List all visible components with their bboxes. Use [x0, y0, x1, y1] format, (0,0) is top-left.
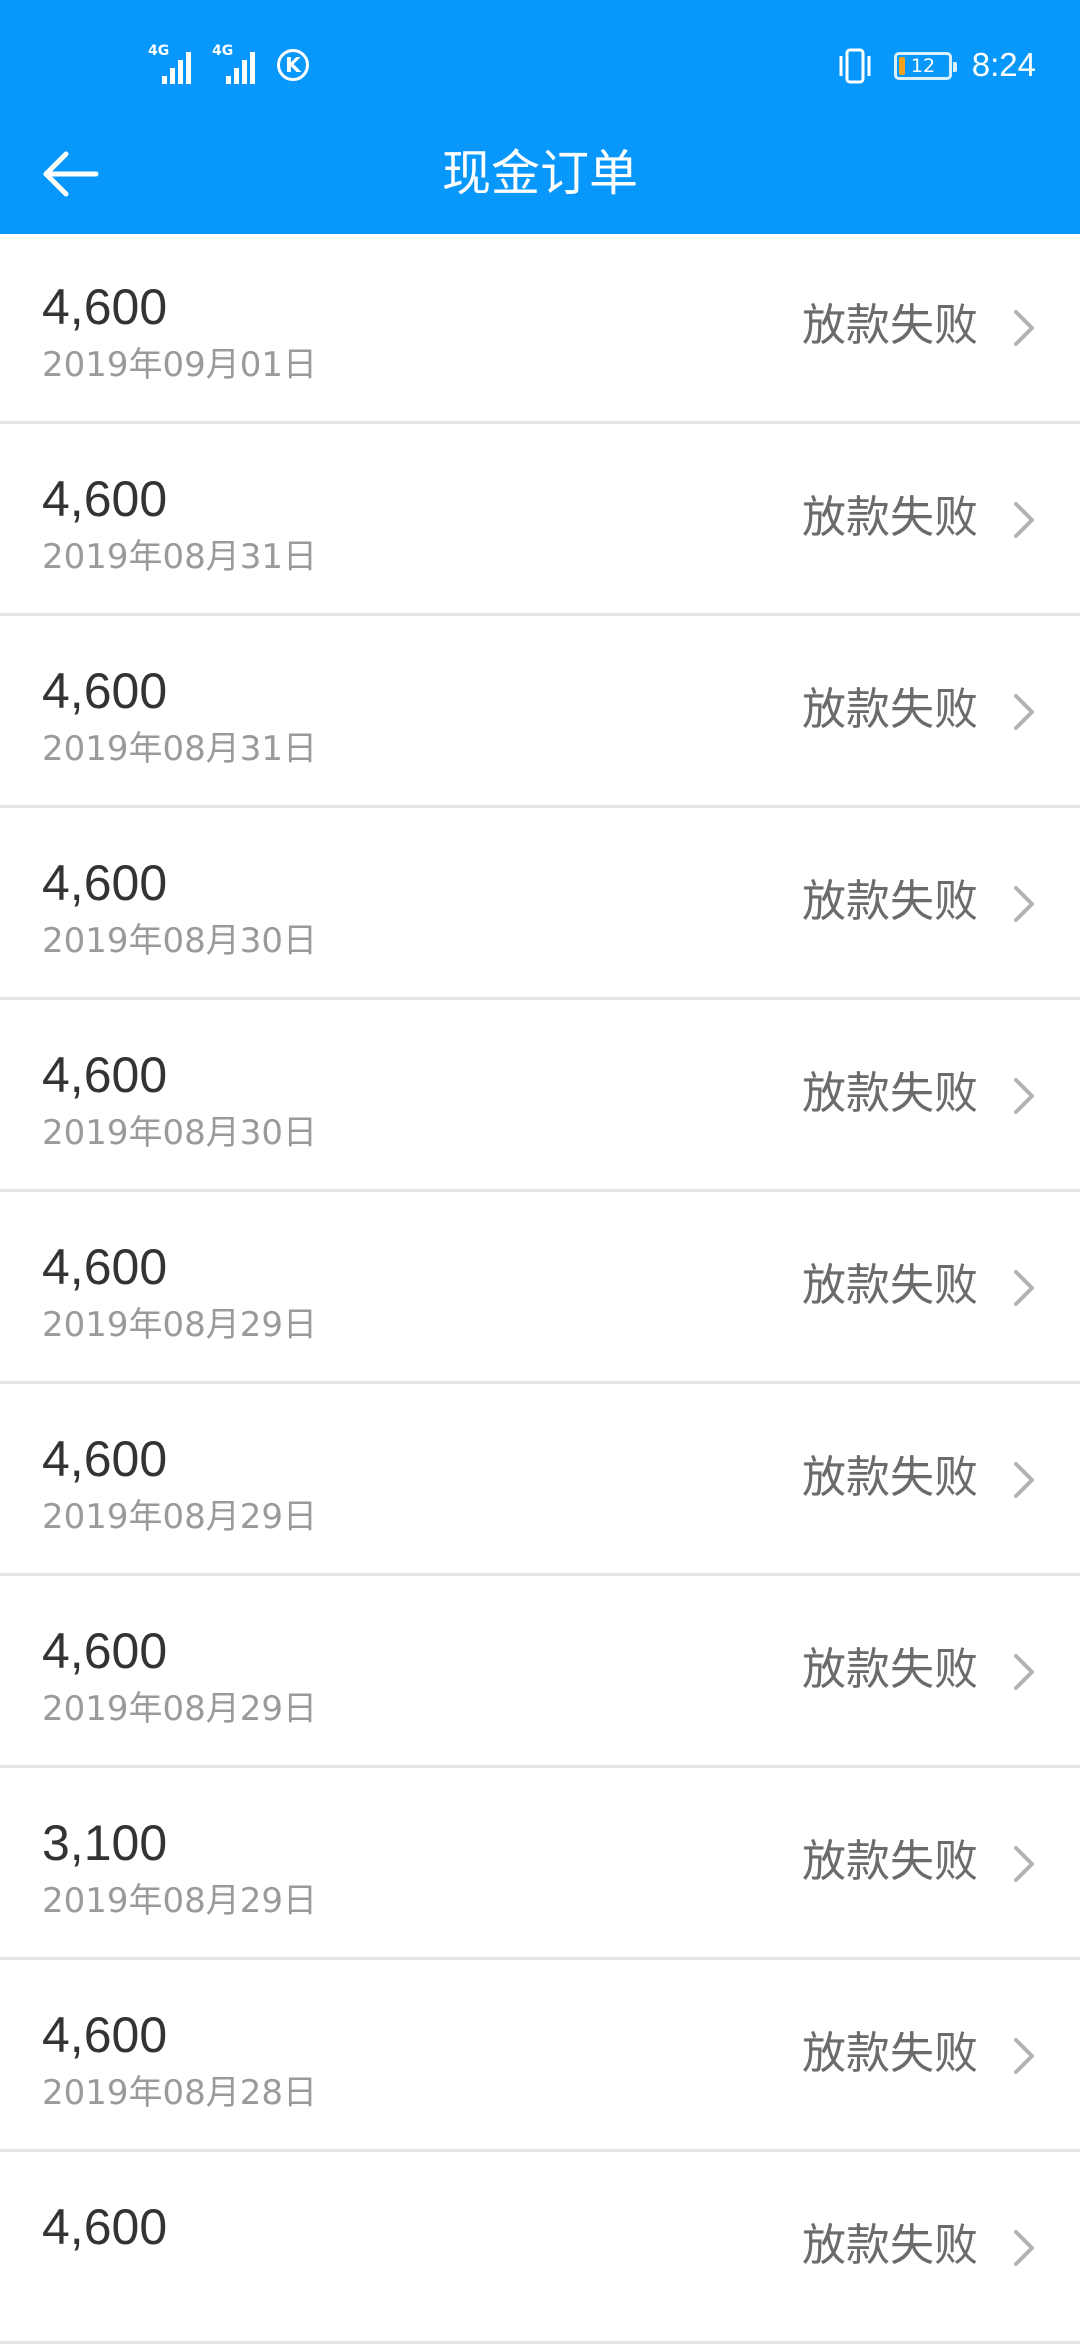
order-amount: 4,600: [42, 855, 168, 911]
app-header: 4G 4G K 12 8:24 现金订单: [0, 0, 1080, 234]
status-bar: 4G 4G K 12 8:24: [0, 0, 1080, 132]
order-status: 放款失败: [802, 876, 978, 927]
order-row[interactable]: 4,600 2019年08月31日 放款失败: [0, 424, 1080, 616]
order-row[interactable]: 4,600 放款失败: [0, 2152, 1080, 2344]
order-amount: 4,600: [42, 2007, 168, 2063]
carrier-k-icon: K: [277, 49, 309, 81]
order-status: 放款失败: [802, 1452, 978, 1503]
order-status: 放款失败: [802, 492, 978, 543]
order-status: 放款失败: [802, 2028, 978, 2079]
order-amount: 4,600: [42, 471, 168, 527]
order-date: 2019年08月29日: [42, 1881, 318, 1921]
order-date: 2019年08月30日: [42, 1113, 318, 1153]
chevron-right-icon: [1014, 694, 1034, 730]
order-date: 2019年09月01日: [42, 345, 318, 385]
arrow-left-icon: [43, 151, 99, 197]
order-list: 4,6002019年09月01日放款失败4,6002019年09月01日放款失败…: [0, 40, 1080, 2344]
chevron-right-icon: [1014, 502, 1034, 538]
order-date: 2019年08月29日: [42, 1497, 318, 1537]
chevron-right-icon: [1014, 1846, 1034, 1882]
order-date: 2019年08月30日: [42, 921, 318, 961]
order-status: 放款失败: [802, 2220, 978, 2271]
back-button[interactable]: [26, 134, 116, 214]
order-row[interactable]: 3,100 2019年08月29日 放款失败: [0, 1768, 1080, 1960]
order-amount: 4,600: [42, 2199, 168, 2255]
order-amount: 4,600: [42, 1623, 168, 1679]
order-date: 2019年08月31日: [42, 537, 318, 577]
battery-level-text: 12: [910, 55, 936, 77]
order-status: 放款失败: [802, 1644, 978, 1695]
order-date: 2019年08月31日: [42, 729, 318, 769]
chevron-right-icon: [1014, 886, 1034, 922]
order-date: 2019年08月28日: [42, 2073, 318, 2113]
order-amount: 4,600: [42, 663, 168, 719]
order-amount: 4,600: [42, 1239, 168, 1295]
order-row[interactable]: 4,600 2019年08月30日 放款失败: [0, 808, 1080, 1000]
status-time: 8:24: [971, 46, 1036, 83]
order-amount: 4,600: [42, 1047, 168, 1103]
order-amount: 4,600: [42, 279, 168, 335]
signal-4g-icon: 4G: [148, 44, 204, 84]
order-row[interactable]: 4,600 2019年09月01日 放款失败: [0, 232, 1080, 424]
signal-4g-icon: 4G: [212, 44, 268, 84]
order-status: 放款失败: [802, 1260, 978, 1311]
order-status: 放款失败: [802, 1836, 978, 1887]
order-row[interactable]: 4,600 2019年08月30日 放款失败: [0, 1000, 1080, 1192]
order-amount: 4,600: [42, 1431, 168, 1487]
vibrate-icon: [839, 48, 871, 84]
order-row[interactable]: 4,600 2019年08月29日 放款失败: [0, 1384, 1080, 1576]
order-amount: 3,100: [42, 1815, 168, 1871]
order-row[interactable]: 4,600 2019年08月29日 放款失败: [0, 1192, 1080, 1384]
order-status: 放款失败: [802, 684, 978, 735]
chevron-right-icon: [1014, 1654, 1034, 1690]
order-row[interactable]: 4,600 2019年08月28日 放款失败: [0, 1960, 1080, 2152]
order-status: 放款失败: [802, 1068, 978, 1119]
order-row[interactable]: 4,600 2019年08月31日 放款失败: [0, 616, 1080, 808]
chevron-right-icon: [1014, 310, 1034, 346]
chevron-right-icon: [1014, 1270, 1034, 1306]
order-date: 2019年08月29日: [42, 1305, 318, 1345]
order-row[interactable]: 4,600 2019年08月29日 放款失败: [0, 1576, 1080, 1768]
order-date: 2019年08月29日: [42, 1689, 318, 1729]
battery-icon: 12: [894, 52, 957, 80]
chevron-right-icon: [1014, 1078, 1034, 1114]
chevron-right-icon: [1014, 2038, 1034, 2074]
order-status: 放款失败: [802, 300, 978, 351]
page-title: 现金订单: [441, 145, 638, 202]
chevron-right-icon: [1014, 1462, 1034, 1498]
chevron-right-icon: [1014, 2230, 1034, 2266]
